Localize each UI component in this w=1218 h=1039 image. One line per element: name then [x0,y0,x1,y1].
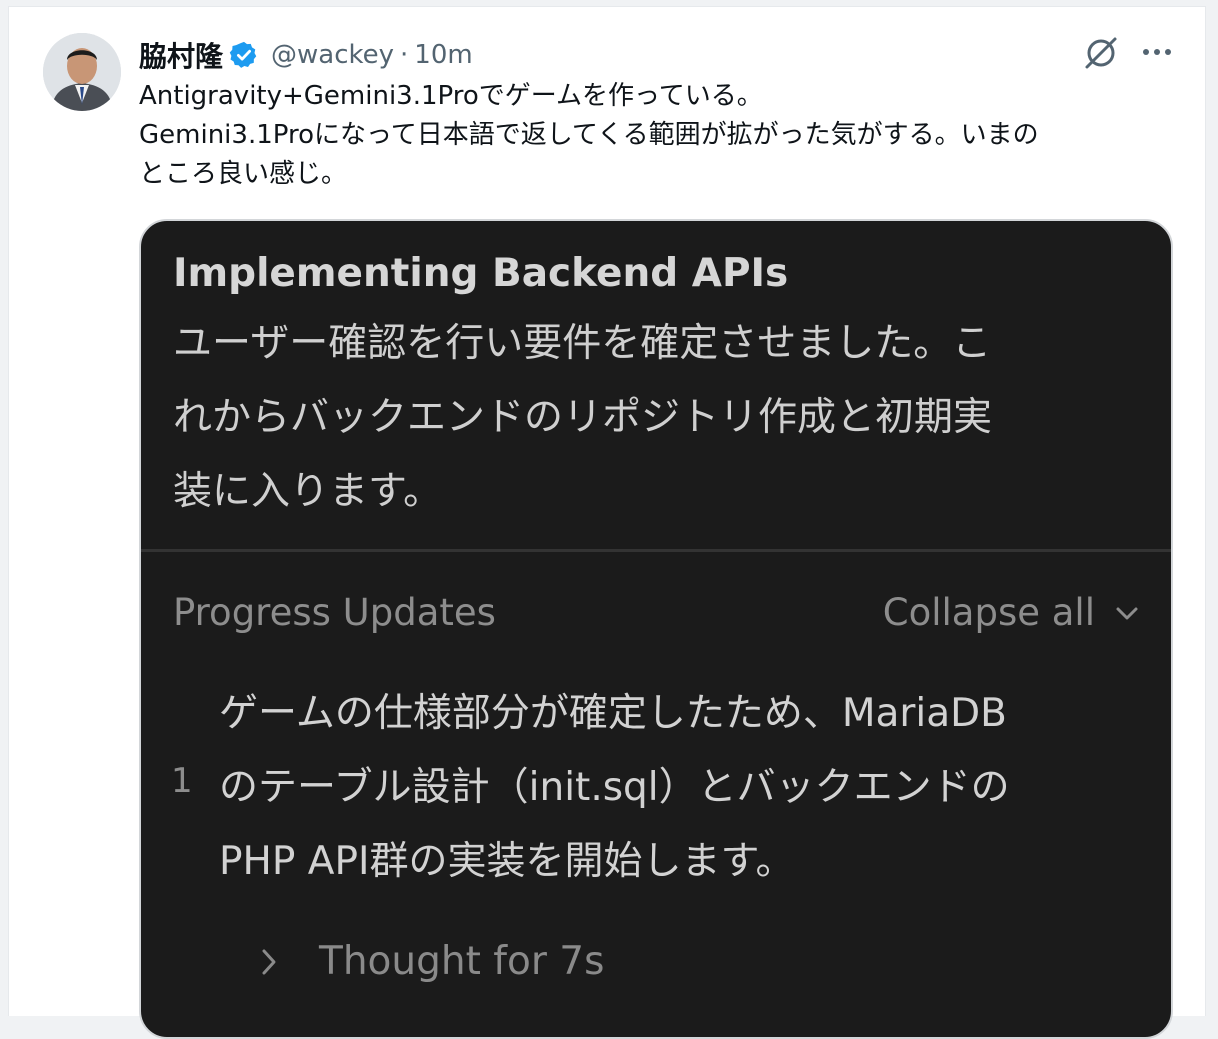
collapse-all-button: Collapse all [883,591,1141,634]
chevron-right-icon [262,949,276,974]
tweet-media-image[interactable]: Implementing Backend APIs ユーザー確認を行い要件を確定… [139,219,1173,1039]
grok-icon[interactable] [1081,33,1121,73]
media-summary-line: ユーザー確認を行い要件を確定させました。こ [173,321,992,366]
media-summary-line: 装に入ります。 [173,469,443,514]
media-divider [141,549,1171,552]
tweet-text: Antigravity+Gemini3.1Proでゲームを作っている。 Gemi… [139,77,1179,194]
avatar-photo [43,33,121,111]
tweet-text-line: Gemini3.1Proになって日本語で返してくる範囲が拡がった気がする。いまの [139,120,1039,150]
step-line: のテーブル設計（init.sql）とバックエンドの [219,765,1010,810]
author-handle[interactable]: @wackey [271,40,394,70]
collapse-all-label: Collapse all [882,591,1095,634]
tweet-text-line: Antigravity+Gemini3.1Proでゲームを作っている。 [139,81,763,111]
progress-step: ゲームの仕様部分が確定したため、MariaDB のテーブル設計（init.sql… [219,677,1139,899]
step-line: PHP API群の実装を開始します。 [219,839,795,884]
author-name[interactable]: 脇村隆 [139,35,223,75]
verified-badge-icon [229,41,257,68]
tweet-text-line: ところ良い感じ。 [139,159,348,189]
step-line: ゲームの仕様部分が確定したため、MariaDB [219,691,1007,736]
media-summary: ユーザー確認を行い要件を確定させました。こ れからバックエンドのリポジトリ作成と… [173,307,1133,529]
avatar[interactable] [43,33,121,111]
media-summary-line: れからバックエンドのリポジトリ作成と初期実 [173,395,993,440]
thought-label: Thought for 7s [319,939,605,984]
progress-updates-label: Progress Updates [173,591,496,634]
thought-toggle: Thought for 7s [259,939,604,984]
media-title: Implementing Backend APIs [173,251,789,296]
tweet-header: 脇村隆 @wackey · 10m [139,35,473,75]
tweet-timestamp[interactable]: 10m [414,40,472,70]
more-options-icon[interactable] [1139,37,1175,67]
chevron-down-icon [1116,607,1138,619]
header-separator: · [400,40,409,70]
tweet-card[interactable]: 脇村隆 @wackey · 10m Antigravity+Gemini3.1P… [8,6,1206,1039]
step-number: 1 [171,761,193,801]
